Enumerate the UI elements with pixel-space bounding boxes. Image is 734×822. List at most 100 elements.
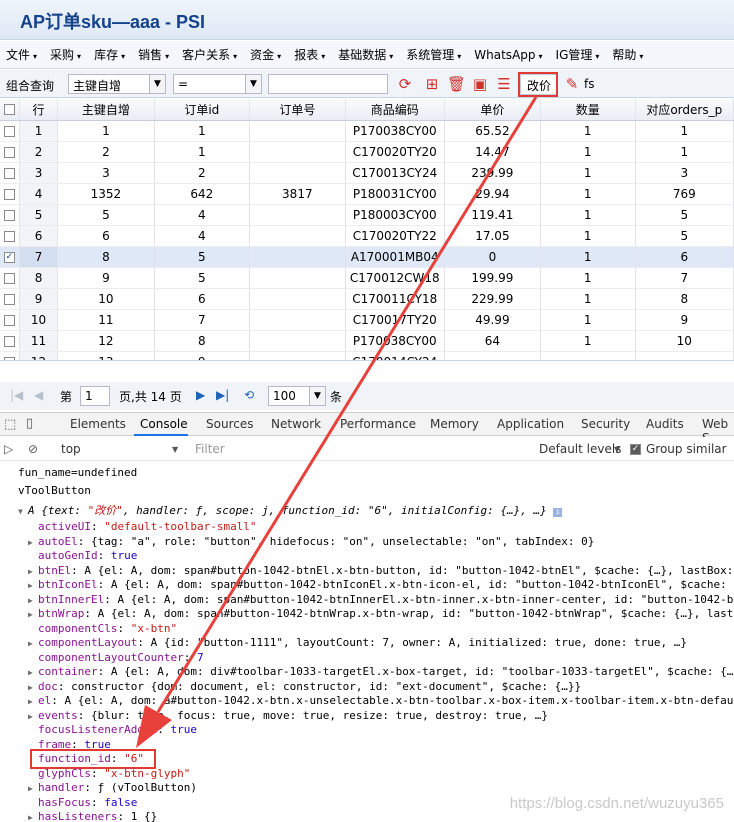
collapsed-triangle-icon[interactable]: ▶ xyxy=(28,637,38,652)
collapsed-triangle-icon[interactable]: ▶ xyxy=(28,695,38,710)
row-checkbox[interactable] xyxy=(0,267,20,289)
column-header[interactable]: 单价 xyxy=(444,99,541,121)
menu-item[interactable]: 系统管理 ▾ xyxy=(406,46,461,63)
row-checkbox[interactable] xyxy=(0,141,20,163)
chevron-down-icon[interactable]: ▼ xyxy=(614,445,620,454)
collapsed-triangle-icon[interactable]: ▶ xyxy=(28,666,38,681)
search-input[interactable] xyxy=(268,74,388,94)
tab-security[interactable]: Security xyxy=(581,417,630,431)
object-property[interactable]: ▶ doc: constructor {dom: document, el: co… xyxy=(28,680,581,696)
column-header[interactable]: 订单号 xyxy=(249,99,346,121)
object-property[interactable]: ▶ btnEl: A {el: A, dom: span#button-1042-… xyxy=(28,564,733,580)
page-size-select[interactable]: 100 ▼ xyxy=(268,386,326,406)
tab-audits[interactable]: Audits xyxy=(646,417,684,431)
edit-icon[interactable]: ✎ xyxy=(563,75,581,93)
page-number-input[interactable]: 1 xyxy=(80,386,110,406)
save-icon[interactable]: ▣ xyxy=(471,75,489,93)
object-property[interactable]: ▶ container: A {el: A, dom: div#toolbar-1… xyxy=(28,665,734,681)
tab-sources[interactable]: Sources xyxy=(206,417,253,431)
object-property[interactable]: ▶ btnIconEl: A {el: A, dom: span#button-1… xyxy=(28,578,727,594)
chevron-down-icon[interactable]: ▼ xyxy=(149,75,165,93)
chevron-down-icon[interactable]: ▼ xyxy=(172,445,178,454)
tab-network[interactable]: Network xyxy=(271,417,321,431)
table-row[interactable]: 10 11 7 C170017TY20 49.99 1 9 xyxy=(0,309,734,331)
collapsed-triangle-icon[interactable]: ▶ xyxy=(28,565,38,580)
column-header[interactable]: 数量 xyxy=(540,99,636,121)
table-row[interactable]: 1 1 1 P170038CY00 65.52 1 1 xyxy=(0,120,734,142)
table-row[interactable]: 8 9 5 C170012CW18 199.99 1 7 xyxy=(0,267,734,289)
object-property[interactable]: ▶ hasListeners: 1 {} xyxy=(28,810,157,822)
document-icon[interactable]: ☰ xyxy=(495,75,513,93)
collapsed-triangle-icon[interactable]: ▶ xyxy=(28,710,38,725)
collapsed-triangle-icon[interactable]: ▶ xyxy=(28,579,38,594)
table-row[interactable]: 4 1352 642 3817 P180031CY00 29.94 1 769 xyxy=(0,183,734,205)
chevron-down-icon[interactable]: ▼ xyxy=(245,75,261,93)
device-toolbar-icon[interactable]: ▯ xyxy=(26,416,33,431)
row-checkbox[interactable] xyxy=(0,120,20,142)
first-page-icon[interactable]: |◀ xyxy=(10,388,23,402)
add-record-icon[interactable]: ⊞ xyxy=(423,75,441,93)
table-row[interactable]: ✓ 7 8 5 A170001MB04 0 1 6 xyxy=(0,246,734,268)
table-row[interactable]: 5 5 4 P180003CY00 119.41 1 5 xyxy=(0,204,734,226)
column-header[interactable]: 对应orders_p xyxy=(635,99,734,121)
collapsed-triangle-icon[interactable]: ▶ xyxy=(28,608,38,623)
object-property[interactable]: ▶ componentLayout: A {id: "button-1111", … xyxy=(28,636,687,652)
clear-console-icon[interactable]: ⊘ xyxy=(28,442,38,456)
tab-console[interactable]: Console xyxy=(140,417,188,431)
row-checkbox[interactable] xyxy=(0,204,20,226)
table-row[interactable]: 12139 C170014CY24 xyxy=(0,351,734,360)
menu-item[interactable]: 采购 ▾ xyxy=(50,46,81,63)
menu-item[interactable]: 报表 ▾ xyxy=(294,46,325,63)
menu-item[interactable]: WhatsApp ▾ xyxy=(474,48,542,62)
menu-item[interactable]: 销售 ▾ xyxy=(138,46,169,63)
tab-memory[interactable]: Memory xyxy=(430,417,479,431)
delete-icon[interactable]: 🗑 xyxy=(447,75,466,93)
next-page-icon[interactable]: ▶ xyxy=(196,388,205,402)
sidebar-toggle-icon[interactable]: ▷ xyxy=(4,442,13,456)
row-checkbox[interactable] xyxy=(0,330,20,352)
log-levels-dropdown[interactable]: Default levels xyxy=(539,442,621,456)
column-header[interactable]: 行 xyxy=(19,99,59,121)
menu-item[interactable]: 资金 ▾ xyxy=(250,46,281,63)
column-header[interactable]: 主键自增 xyxy=(57,99,155,121)
row-checkbox[interactable] xyxy=(0,351,20,360)
object-property[interactable]: ▶ btnWrap: A {el: A, dom: span#button-104… xyxy=(28,607,734,623)
group-similar-checkbox[interactable]: ✓ xyxy=(630,442,641,456)
refresh-icon[interactable]: ⟳ xyxy=(396,75,414,93)
collapsed-triangle-icon[interactable]: ▶ xyxy=(28,782,38,797)
object-property[interactable]: ▶ el: A {el: A, dom: a#button-1042.x-btn.… xyxy=(28,694,734,710)
collapsed-triangle-icon[interactable]: ▶ xyxy=(28,594,38,609)
row-checkbox[interactable] xyxy=(0,225,20,247)
console-filter-input[interactable]: Filter xyxy=(195,442,225,456)
menu-item[interactable]: 库存 ▾ xyxy=(94,46,125,63)
row-checkbox[interactable] xyxy=(0,183,20,205)
operator-select[interactable]: = ▼ xyxy=(173,74,262,94)
menu-item[interactable]: 基础数据 ▾ xyxy=(338,46,393,63)
object-summary[interactable]: ▼ A {text: "改价", handler: ƒ, scope: j, fu… xyxy=(18,504,563,520)
context-selector[interactable]: top xyxy=(61,442,81,456)
tab-application[interactable]: Application xyxy=(497,417,564,431)
menu-item[interactable]: 帮助 ▾ xyxy=(612,46,643,63)
object-property[interactable]: ▶ handler: ƒ (vToolButton) xyxy=(28,781,197,797)
object-property[interactable]: ▶ events: {blur: true, focus: true, move:… xyxy=(28,709,548,725)
menu-item[interactable]: 客户关系 ▾ xyxy=(182,46,237,63)
tab-performance[interactable]: Performance xyxy=(340,417,416,431)
table-row[interactable]: 9 10 6 C170011CY18 229.99 1 8 xyxy=(0,288,734,310)
collapsed-triangle-icon[interactable]: ▶ xyxy=(28,811,38,822)
collapsed-triangle-icon[interactable]: ▶ xyxy=(28,536,38,551)
row-checkbox[interactable] xyxy=(0,162,20,184)
menu-item[interactable]: IG管理 ▾ xyxy=(556,46,600,63)
row-checkbox[interactable] xyxy=(0,309,20,331)
fs-button[interactable]: fs xyxy=(584,77,594,91)
table-row[interactable]: 2 2 1 C170020TY20 14.47 1 1 xyxy=(0,141,734,163)
row-checkbox[interactable]: ✓ xyxy=(0,246,20,268)
row-checkbox[interactable] xyxy=(0,288,20,310)
collapsed-triangle-icon[interactable]: ▶ xyxy=(28,681,38,696)
table-row[interactable]: 3 3 2 C170013CY24 239.99 1 3 xyxy=(0,162,734,184)
prev-page-icon[interactable]: ◀ xyxy=(34,388,43,402)
inspect-element-icon[interactable]: ⬚ xyxy=(4,417,16,432)
select-all-checkbox[interactable] xyxy=(0,99,20,121)
field-select[interactable]: 主键自增 ▼ xyxy=(68,74,166,94)
reload-icon[interactable]: ⟲ xyxy=(244,388,254,402)
table-row[interactable]: 11 12 8 P170038CY00 64 1 10 xyxy=(0,330,734,352)
